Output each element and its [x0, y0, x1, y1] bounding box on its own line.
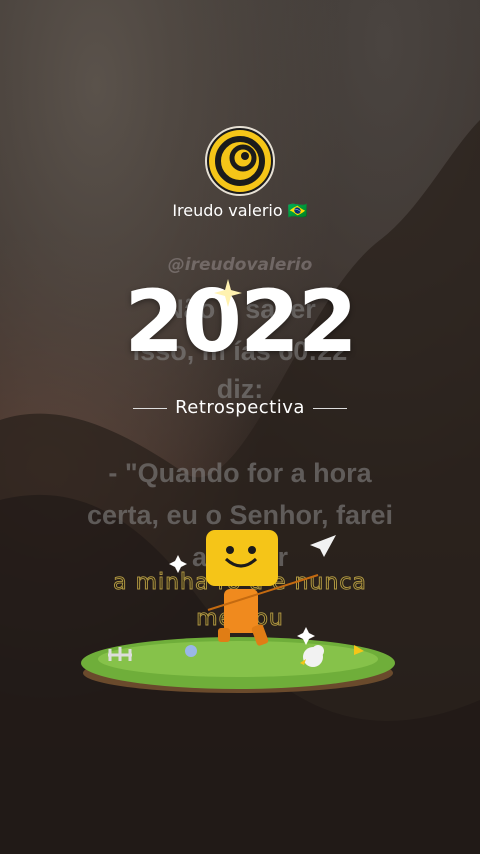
- profile-name-row: Ireudo valerio 🇧🇷: [0, 201, 480, 220]
- logo-circle-icon: [209, 130, 271, 192]
- divider: [133, 407, 168, 409]
- retrospective-label: Retrospectiva: [175, 397, 305, 418]
- celebration-illustration: [81, 530, 395, 693]
- sparkle-icon: [214, 279, 242, 307]
- avatar[interactable]: [205, 126, 275, 196]
- retrospective-label-row: Retrospectiva: [0, 397, 480, 418]
- background-text-line: - "Quando for a hora: [108, 458, 372, 488]
- profile-name: Ireudo valerio: [172, 201, 283, 220]
- divider: [312, 407, 347, 409]
- flag-icon: 🇧🇷: [287, 201, 308, 220]
